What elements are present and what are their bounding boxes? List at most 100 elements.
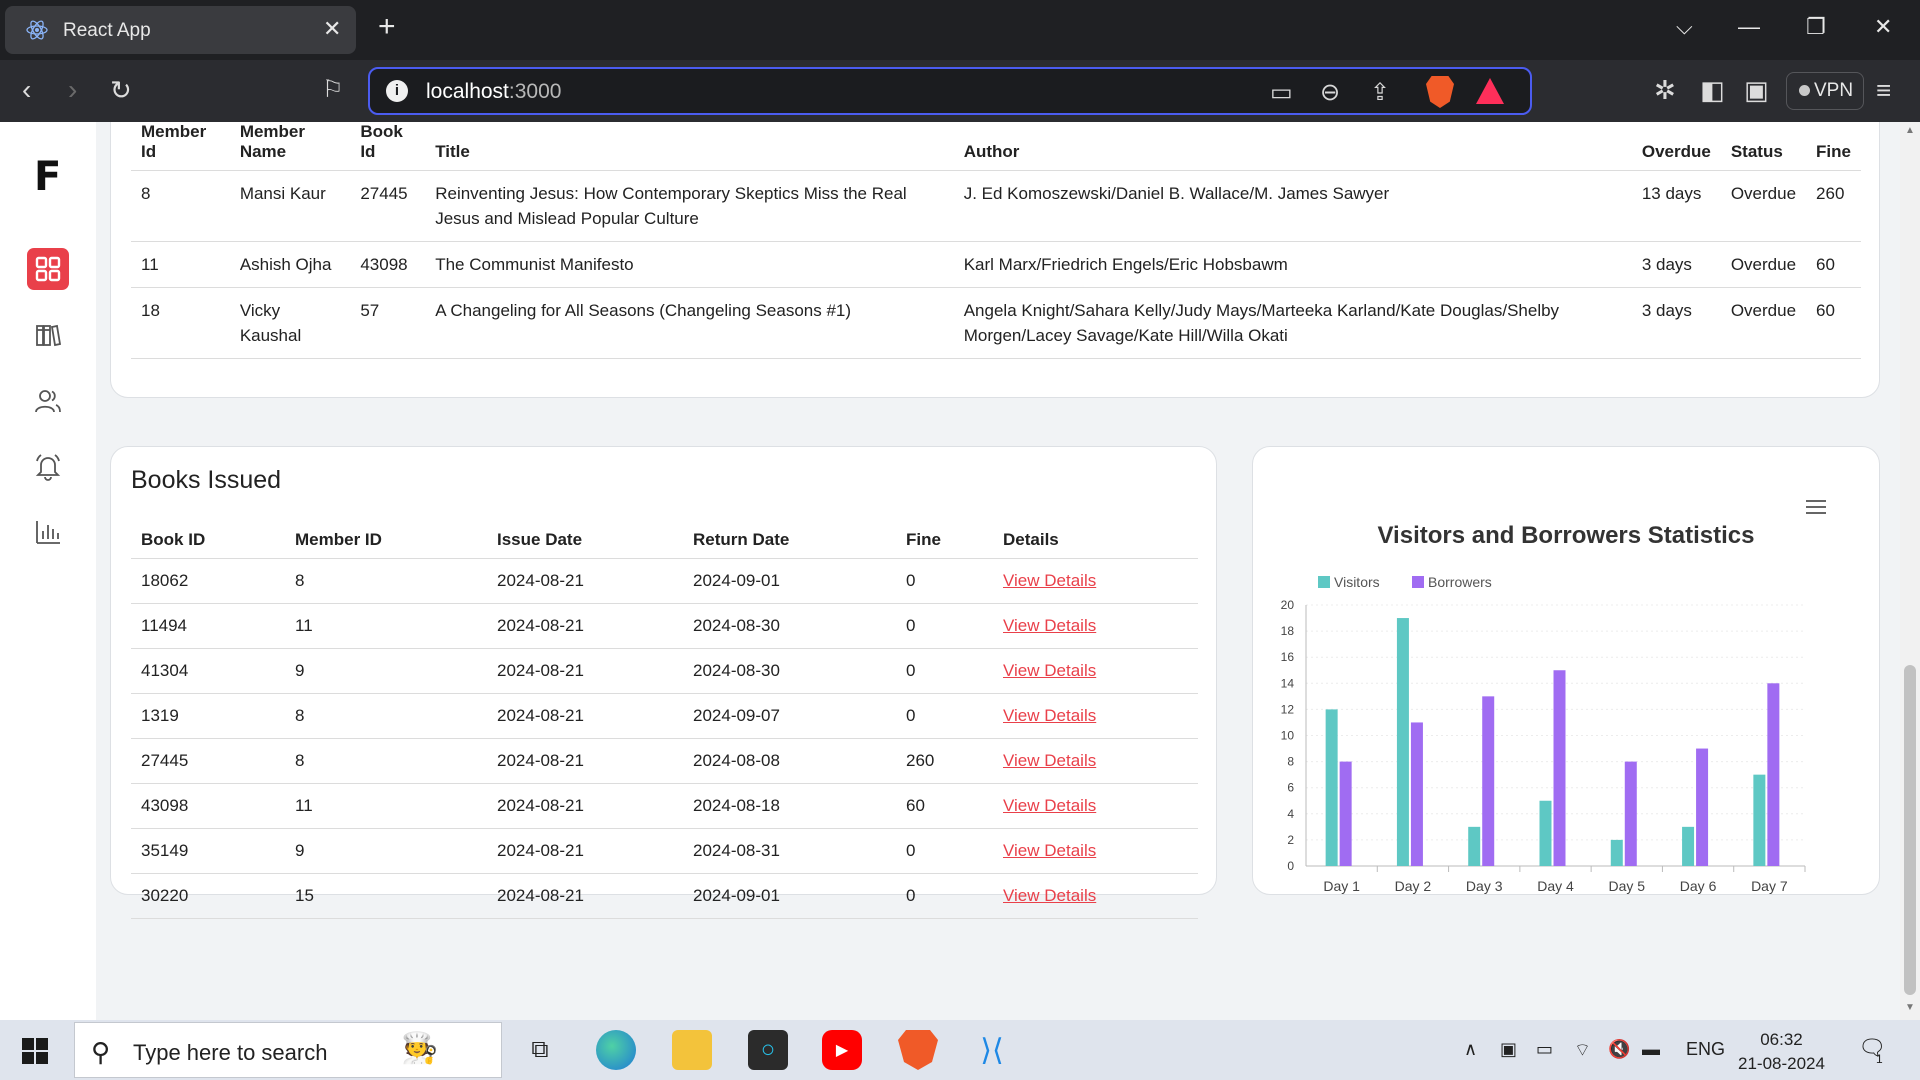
- share-icon[interactable]: ⇪: [1370, 78, 1390, 107]
- bar-borrowers[interactable]: [1553, 670, 1566, 866]
- view-details-link[interactable]: View Details: [1003, 796, 1096, 815]
- meet-now-icon[interactable]: ▣: [1500, 1039, 1517, 1060]
- cell-member-id: 15: [285, 873, 487, 919]
- bar-visitors[interactable]: [1468, 826, 1481, 866]
- bar-borrowers[interactable]: [1410, 722, 1423, 866]
- bar-borrowers[interactable]: [1482, 696, 1495, 866]
- legend-swatch: [1412, 576, 1424, 588]
- sidebar-item-reports[interactable]: [27, 511, 69, 553]
- taskbar-search-box[interactable]: ⚲ Type here to search 🧑‍🍳: [74, 1022, 502, 1078]
- clock-date: 21-08-2024: [1738, 1054, 1825, 1073]
- youtube-icon[interactable]: ▶: [822, 1030, 862, 1070]
- table-row: 11494 11 2024-08-21 2024-08-30 0 View De…: [131, 603, 1198, 649]
- scroll-up-icon[interactable]: ▲: [1905, 125, 1915, 136]
- cell-member-id: 8: [285, 738, 487, 784]
- forward-icon[interactable]: ›: [68, 76, 77, 104]
- file-explorer-icon[interactable]: [672, 1030, 712, 1070]
- back-icon[interactable]: ‹: [22, 76, 31, 104]
- view-details-link[interactable]: View Details: [1003, 751, 1096, 770]
- new-tab-icon[interactable]: +: [378, 12, 396, 42]
- cell-return-date: 2024-09-07: [683, 693, 896, 739]
- wallet-icon[interactable]: ▣: [1744, 76, 1769, 104]
- scroll-thumb[interactable]: [1904, 665, 1916, 995]
- cell-fine: 0: [896, 828, 993, 874]
- bar-visitors[interactable]: [1682, 826, 1695, 866]
- edge-icon[interactable]: [596, 1030, 636, 1070]
- view-details-link[interactable]: View Details: [1003, 841, 1096, 860]
- sidebar-item-notifications[interactable]: [27, 445, 69, 487]
- bar-borrowers[interactable]: [1339, 761, 1352, 866]
- bar-borrowers[interactable]: [1696, 748, 1709, 866]
- legend-label[interactable]: Borrowers: [1428, 574, 1492, 590]
- brave-rewards-icon[interactable]: [1476, 78, 1504, 104]
- cell-fine: 60: [1806, 287, 1861, 359]
- bar-visitors[interactable]: [1325, 709, 1338, 866]
- cell-fine: 0: [896, 603, 993, 649]
- extensions-icon[interactable]: ✲: [1654, 76, 1676, 104]
- col-book-id: Book ID: [141, 530, 206, 549]
- sidebar-toggle-icon[interactable]: ◧: [1700, 76, 1725, 104]
- legend-label[interactable]: Visitors: [1334, 574, 1380, 590]
- bar-borrowers[interactable]: [1767, 683, 1780, 866]
- address-bar[interactable]: i localhost:3000 ▭ ⊖ ⇪: [368, 67, 1532, 115]
- y-tick-label: 14: [1281, 676, 1295, 690]
- volume-muted-icon[interactable]: 🔇: [1608, 1039, 1630, 1060]
- task-view-icon[interactable]: ⧉: [520, 1030, 560, 1070]
- view-details-link[interactable]: View Details: [1003, 571, 1096, 590]
- brave-icon[interactable]: [898, 1030, 938, 1070]
- bar-visitors[interactable]: [1610, 839, 1623, 866]
- sidebar-item-dashboard[interactable]: [27, 248, 69, 290]
- cortana-icon[interactable]: ○: [748, 1030, 788, 1070]
- notification-count: 1: [1876, 1052, 1883, 1066]
- chef-hat-icon: 🧑‍🍳: [401, 1032, 439, 1065]
- vpn-button[interactable]: VPN: [1786, 72, 1864, 110]
- sidebar-item-books[interactable]: [27, 314, 69, 356]
- cell-member-id: 9: [285, 828, 487, 874]
- vscode-icon[interactable]: ⟩⟨: [972, 1030, 1012, 1070]
- menu-icon[interactable]: ≡: [1876, 76, 1891, 104]
- battery-icon[interactable]: ▬: [1642, 1039, 1660, 1060]
- close-window-icon[interactable]: ✕: [1874, 14, 1892, 40]
- cell-status: Overdue: [1720, 287, 1807, 359]
- reload-icon[interactable]: ↻: [110, 76, 132, 104]
- view-details-link[interactable]: View Details: [1003, 886, 1096, 905]
- view-details-link[interactable]: View Details: [1003, 706, 1096, 725]
- site-info-icon[interactable]: i: [386, 80, 408, 102]
- show-hidden-icons-icon[interactable]: ∧: [1464, 1039, 1477, 1060]
- browser-tab[interactable]: React App ✕: [5, 6, 356, 54]
- language-indicator[interactable]: ENG: [1686, 1039, 1725, 1060]
- col-member-id: Member ID: [295, 530, 382, 549]
- cell-book-id: 57: [350, 287, 426, 359]
- col-book-id: Book Id: [360, 122, 403, 161]
- sidebar-item-members[interactable]: [27, 380, 69, 422]
- cell-member-id: 9: [285, 648, 487, 694]
- restore-icon[interactable]: ❐: [1806, 14, 1826, 40]
- cell-return-date: 2024-09-01: [683, 873, 896, 919]
- windows-start-icon[interactable]: [22, 1038, 48, 1064]
- close-tab-icon[interactable]: ✕: [323, 16, 341, 42]
- scroll-down-icon[interactable]: ▼: [1905, 1002, 1915, 1013]
- view-details-link[interactable]: View Details: [1003, 661, 1096, 680]
- cell-fine: 0: [896, 558, 993, 604]
- col-author: Author: [963, 142, 1020, 161]
- minimize-icon[interactable]: —: [1738, 14, 1760, 40]
- cast-icon[interactable]: ▭: [1270, 78, 1293, 107]
- bookmark-icon[interactable]: ⚐: [322, 76, 344, 104]
- cell-member-id: 11: [131, 241, 230, 288]
- cell-title: Reinventing Jesus: How Contemporary Skep…: [425, 170, 954, 242]
- taskbar-clock[interactable]: 06:32 21-08-2024: [1738, 1028, 1825, 1076]
- bar-borrowers[interactable]: [1624, 761, 1637, 866]
- brave-shields-icon[interactable]: [1426, 76, 1454, 108]
- tab-search-chevron-icon[interactable]: ⌵: [1676, 14, 1693, 40]
- zoom-icon[interactable]: ⊖: [1320, 78, 1340, 107]
- cell-details: View Details: [993, 828, 1198, 874]
- bar-visitors[interactable]: [1396, 618, 1409, 866]
- bar-visitors[interactable]: [1753, 774, 1766, 866]
- cell-book-id: 27445: [350, 170, 426, 242]
- page-scrollbar[interactable]: ▲ ▼: [1900, 122, 1920, 1020]
- bar-visitors[interactable]: [1539, 800, 1552, 866]
- x-tick-label: Day 6: [1680, 878, 1717, 894]
- view-details-link[interactable]: View Details: [1003, 616, 1096, 635]
- display-icon[interactable]: ▭: [1536, 1039, 1553, 1060]
- wifi-icon[interactable]: ⌔: [1574, 1039, 1591, 1062]
